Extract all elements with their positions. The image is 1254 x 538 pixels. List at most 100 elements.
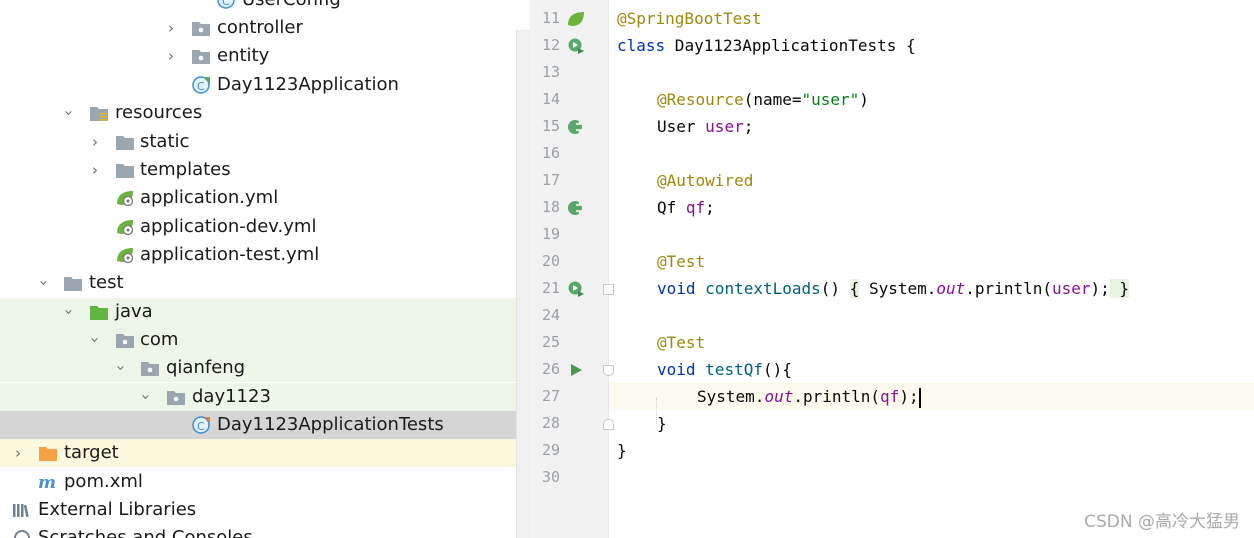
folder-icon — [116, 164, 134, 178]
run-test-method-icon[interactable] — [567, 280, 585, 298]
tree-item-application-yml[interactable]: application.yml — [0, 184, 530, 212]
tree-item-label: controller — [217, 17, 303, 38]
scratches-icon — [14, 530, 30, 538]
string-literal: "user" — [801, 90, 860, 109]
field-name: user — [705, 117, 744, 136]
line-number: 21 — [541, 279, 560, 297]
fold-end-icon[interactable] — [603, 419, 614, 430]
chevron-down-icon[interactable]: › — [55, 105, 83, 121]
code-editor[interactable]: 11 12 13 14 15 16 17 18 19 20 21 24 25 2… — [530, 0, 1254, 538]
line-number: 18 — [541, 198, 560, 216]
line-number: 26 — [541, 360, 560, 378]
type-name: Qf — [657, 198, 686, 217]
line-number: 25 — [541, 333, 560, 351]
annotation: @Resource — [657, 90, 744, 109]
tree-item-java[interactable]: › java — [0, 298, 530, 326]
chevron-down-icon[interactable]: › — [81, 332, 109, 348]
chevron-down-icon[interactable]: › — [30, 275, 58, 291]
tree-item-application-dev-yml[interactable]: application-dev.yml — [0, 213, 530, 241]
tree-item-main-application[interactable]: C Day1123Application — [0, 71, 530, 99]
tree-item-label: application-test.yml — [140, 244, 320, 265]
annotation: @Test — [657, 333, 706, 352]
fold-collapse-icon[interactable] — [603, 365, 614, 376]
method-name: contextLoads — [705, 279, 821, 298]
java-class-icon: C — [217, 0, 235, 9]
keyword: class — [617, 36, 666, 55]
chevron-right-icon[interactable]: › — [87, 156, 103, 184]
tree-item-label: java — [115, 301, 153, 322]
field-name: user — [1051, 279, 1091, 298]
folder-icon — [116, 136, 134, 150]
keyword: void — [657, 360, 696, 379]
tree-item-pom[interactable]: m pom.xml — [0, 468, 530, 496]
spring-config-icon — [117, 191, 134, 207]
spring-bean-icon[interactable] — [567, 10, 585, 28]
brace: } — [617, 441, 627, 460]
tree-item-test[interactable]: › test — [0, 269, 530, 297]
tree-item-resources[interactable]: › resources — [0, 99, 530, 127]
tree-item-com[interactable]: › com — [0, 326, 530, 354]
chevron-down-icon[interactable]: › — [107, 360, 135, 376]
tree-item-target[interactable]: › target — [0, 439, 530, 467]
libraries-icon — [13, 504, 29, 518]
tree-item-label: Day1123Application — [217, 74, 399, 95]
autowired-navigate-icon[interactable] — [567, 199, 585, 217]
tree-item-test-class[interactable]: C Day1123ApplicationTests — [0, 411, 530, 439]
static-field: out — [764, 387, 794, 406]
line-number: 11 — [541, 9, 560, 27]
tree-scrollbar[interactable] — [516, 30, 530, 538]
code-text: ); — [899, 387, 919, 406]
tree-item-templates[interactable]: › templates — [0, 156, 530, 184]
svg-text:C: C — [197, 420, 205, 433]
tree-item-qianfeng[interactable]: › qianfeng — [0, 354, 530, 382]
resources-folder-icon — [90, 107, 108, 121]
code-line-20: @Test — [657, 248, 705, 275]
chevron-right-icon[interactable]: › — [10, 439, 26, 467]
chevron-right-icon[interactable]: › — [163, 14, 179, 42]
indent-guide — [656, 398, 658, 424]
line-number: 29 — [541, 441, 560, 459]
folded-brace-open[interactable]: { — [849, 279, 860, 298]
svg-text:C: C — [222, 0, 230, 8]
chevron-right-icon[interactable]: › — [163, 42, 179, 70]
folded-brace-close[interactable]: } — [1109, 279, 1130, 298]
line-number: 30 — [541, 468, 560, 486]
tree-item-scratches[interactable]: Scratches and Consoles — [0, 524, 530, 538]
code-text: System. — [859, 279, 937, 298]
code-line-25: @Test — [657, 329, 705, 356]
package-folder-icon — [192, 50, 210, 64]
tree-item-external-libraries[interactable]: External Libraries — [0, 496, 530, 524]
chevron-right-icon[interactable]: › — [87, 128, 103, 156]
tree-item-label: application.yml — [140, 187, 279, 208]
tree-item-entity[interactable]: › entity — [0, 42, 530, 70]
tree-item-controller[interactable]: › controller — [0, 14, 530, 42]
java-class-icon: C — [192, 416, 210, 434]
chevron-down-icon[interactable]: › — [132, 389, 160, 405]
code-line-17: @Autowired — [657, 167, 753, 194]
chevron-down-icon[interactable]: › — [55, 304, 83, 320]
code-line-27: System.out.println(qf); — [697, 383, 921, 410]
tree-item-label: application-dev.yml — [140, 216, 317, 237]
project-tree-panel: C UserConfig › controller › entity C Day… — [0, 0, 530, 538]
line-number: 12 — [541, 36, 560, 54]
tree-item-label: External Libraries — [38, 499, 197, 520]
static-field: out — [936, 279, 966, 298]
tree-item-label: day1123 — [192, 386, 271, 407]
tree-item-label: Scratches and Consoles — [38, 527, 253, 538]
paren: () — [820, 279, 850, 298]
fold-expand-icon[interactable] — [603, 284, 614, 295]
tree-item-day1123[interactable]: › day1123 — [0, 383, 530, 411]
tree-item-label: qianfeng — [166, 357, 246, 378]
tree-item-static[interactable]: › static — [0, 128, 530, 156]
excluded-folder-icon — [39, 447, 57, 461]
run-icon[interactable] — [567, 361, 585, 379]
tree-item-application-test-yml[interactable]: application-test.yml — [0, 241, 530, 269]
svg-text:C: C — [197, 80, 205, 93]
tree-item-label: com — [140, 329, 179, 350]
autowired-navigate-icon[interactable] — [567, 118, 585, 136]
code-line-11: @SpringBootTest — [617, 5, 762, 32]
tree-item-userconfig[interactable]: C UserConfig — [0, 0, 530, 14]
package-folder-icon — [192, 22, 210, 36]
run-test-class-icon[interactable] — [567, 37, 585, 55]
code-line-26: void testQf(){ — [657, 356, 792, 383]
